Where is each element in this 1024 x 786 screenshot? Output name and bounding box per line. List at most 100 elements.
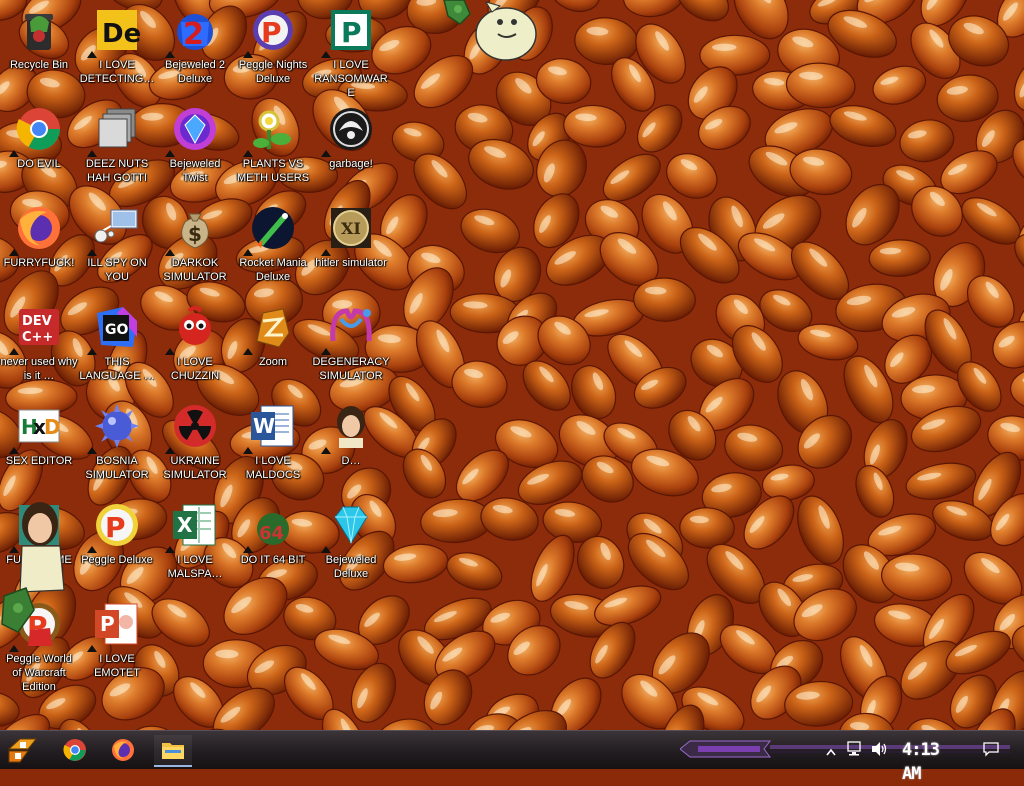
desktop-icon-label: BOSNIA SIMULATOR <box>78 454 156 482</box>
desktop-icon[interactable]: I LOVE CHUZZIN <box>156 297 234 393</box>
desktop-icon-label: D… <box>312 454 390 468</box>
desktop-icon[interactable]: PPeggle World of Warcraft Edition <box>0 594 78 690</box>
chuzzle-icon <box>171 303 219 351</box>
desktop-icon[interactable]: PI LOVE EMOTET <box>78 594 156 690</box>
hxd-icon: HxD <box>15 402 63 450</box>
desktop-icon[interactable]: Zoom <box>234 297 312 393</box>
desktop-icon[interactable]: DEVC++never used why is it … <box>0 297 78 393</box>
desktop-icon-label: Bejeweled Deluxe <box>312 553 390 581</box>
portrait-icon <box>327 402 375 450</box>
svg-text:P: P <box>100 612 115 636</box>
svg-text:DEV: DEV <box>22 314 52 329</box>
diamond-icon <box>327 501 375 549</box>
desktop-icon[interactable]: garbage! <box>312 99 390 195</box>
desktop: Recycle BinDeI LOVE DETECTING…2Bejeweled… <box>0 0 1024 730</box>
desktop-icon[interactable]: XI hitler simulator <box>312 198 390 294</box>
sixty-four-bit-icon: 64 <box>249 501 297 549</box>
desktop-icon-label: hitler simulator <box>312 256 390 270</box>
desktop-icon[interactable]: DEEZ NUTS HAH GOTTI <box>78 99 156 195</box>
svg-text:XI: XI <box>341 219 361 238</box>
desktop-icon-label: Peggle Nights Deluxe <box>234 58 312 86</box>
shortcut-arrow-icon <box>321 348 331 355</box>
shortcut-arrow-icon <box>243 348 253 355</box>
svg-text:GO: GO <box>105 322 128 338</box>
desktop-icon-label: garbage! <box>312 157 390 171</box>
shortcut-arrow-icon <box>165 546 175 553</box>
shortcut-arrow-icon <box>87 546 97 553</box>
powerpoint-icon: P <box>93 600 141 648</box>
desktop-icon[interactable]: GO THIS LANGUAGE … <box>78 297 156 393</box>
desktop-icon[interactable]: ILL SPY ON YOU <box>78 198 156 294</box>
desktop-icon[interactable]: Rocket Mania Deluxe <box>234 198 312 294</box>
desktop-icon-label: I LOVE MALSPA… <box>156 553 234 581</box>
shortcut-arrow-icon <box>243 447 253 454</box>
desktop-icon[interactable]: FUCK SOME ELVES <box>0 495 78 591</box>
desktop-icon[interactable]: FURRYFUCK! <box>0 198 78 294</box>
shortcut-arrow-icon <box>9 645 19 652</box>
desktop-icon[interactable]: PLANTS VS METH USERS <box>234 99 312 195</box>
chevron-up-icon <box>826 748 836 756</box>
firefox-icon <box>111 738 135 762</box>
desktop-icon-label: FUCK SOME ELVES <box>0 553 78 581</box>
word-icon: W <box>249 402 297 450</box>
dev-cpp-icon: DEVC++ <box>15 303 63 351</box>
desktop-icon-label: DO EVIL <box>0 157 78 171</box>
desktop-icon[interactable]: BOSNIA SIMULATOR <box>78 396 156 492</box>
desktop-icon-label: ILL SPY ON YOU <box>78 256 156 284</box>
network-spy-icon <box>93 204 141 252</box>
shortcut-arrow-icon <box>321 546 331 553</box>
shortcut-arrow-icon <box>165 348 175 355</box>
plants-vs-zombies-icon <box>249 105 297 153</box>
volume-tray-icon[interactable] <box>870 741 888 762</box>
start-logo-icon <box>6 735 40 765</box>
bejeweled-2-icon: 2 <box>171 6 219 54</box>
notifications-button[interactable] <box>983 741 999 762</box>
rocket-mania-icon <box>249 204 297 252</box>
desktop-icon[interactable]: Bejeweled Deluxe <box>312 495 390 591</box>
desktop-icon[interactable]: XI LOVE MALSPA… <box>156 495 234 591</box>
desktop-icon[interactable]: DeI LOVE DETECTING… <box>78 0 156 96</box>
network-tray-icon[interactable] <box>846 741 864 762</box>
shortcut-arrow-icon <box>9 447 19 454</box>
shortcut-arrow-icon <box>321 249 331 256</box>
desktop-icon[interactable]: WI LOVE MALDOCS <box>234 396 312 492</box>
desktop-icon[interactable]: 64DO IT 64 BIT <box>234 495 312 591</box>
desktop-icon-label: I LOVE RANSOMWARE <box>312 58 390 100</box>
taskbar-chrome[interactable] <box>56 735 94 765</box>
desktop-icon[interactable]: P Peggle Nights Deluxe <box>234 0 312 96</box>
desktop-icon[interactable]: DEGENERACY SIMULATOR <box>312 297 390 393</box>
shortcut-arrow-icon <box>9 249 19 256</box>
desktop-icon[interactable]: Recycle Bin <box>0 0 78 96</box>
shortcut-arrow-icon <box>165 51 175 58</box>
desktop-icon[interactable]: Bejeweled Twist <box>156 99 234 195</box>
money-bag-icon: $ <box>171 204 219 252</box>
desktop-icon[interactable]: DO EVIL <box>0 99 78 195</box>
desktop-icon[interactable]: PPeggle Deluxe <box>78 495 156 591</box>
taskbar-firefox[interactable] <box>104 735 142 765</box>
taskbar-file-explorer[interactable] <box>154 735 192 767</box>
desktop-icon[interactable]: D… <box>312 396 390 492</box>
shortcut-arrow-icon <box>243 249 253 256</box>
desktop-icon[interactable]: HxD SEX EDITOR <box>0 396 78 492</box>
start-button[interactable] <box>6 735 40 765</box>
show-hidden-icons-button[interactable] <box>826 743 836 761</box>
svg-text:W: W <box>253 414 275 438</box>
svg-text:2: 2 <box>183 17 204 52</box>
peggle-nights-icon: P <box>249 6 297 54</box>
bejeweled-twist-icon <box>171 105 219 153</box>
shortcut-arrow-icon <box>243 150 253 157</box>
desktop-icon[interactable]: $DARKOK SIMULATOR <box>156 198 234 294</box>
shortcut-arrow-icon <box>9 150 19 157</box>
speaker-icon <box>870 741 888 757</box>
desktop-icon[interactable]: PI LOVE RANSOMWARE <box>312 0 390 96</box>
desktop-icon[interactable]: 2Bejeweled 2 Deluxe <box>156 0 234 96</box>
svg-text:P: P <box>261 16 282 49</box>
shortcut-arrow-icon <box>321 447 331 454</box>
desktop-icon-label: SEX EDITOR <box>0 454 78 468</box>
svg-text:$: $ <box>188 222 202 246</box>
svg-text:P: P <box>341 16 362 49</box>
desktop-icon-label: THIS LANGUAGE … <box>78 355 156 383</box>
shortcut-arrow-icon <box>243 51 253 58</box>
desktop-icon[interactable]: UKRAINE SIMULATOR <box>156 396 234 492</box>
clock[interactable]: 4:13 AM <box>902 738 964 762</box>
